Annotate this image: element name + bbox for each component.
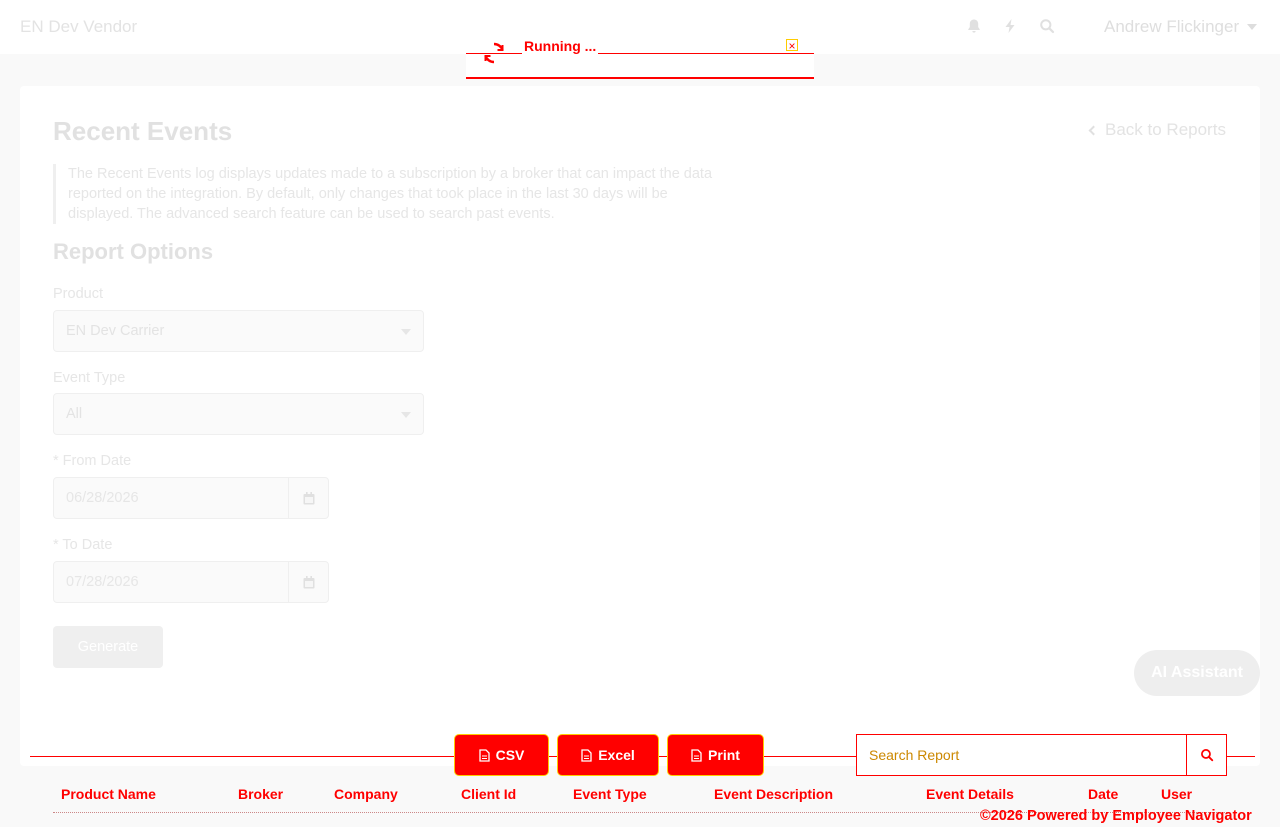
chevron-left-icon (1088, 125, 1099, 135)
column-header-date[interactable]: Date (1088, 786, 1118, 802)
excel-label: Excel (598, 747, 635, 763)
to-date-value: 07/28/2026 (66, 574, 139, 590)
toast-divider (466, 53, 814, 54)
running-toast: Running ... × (466, 37, 814, 79)
toast-message: Running ... (522, 38, 599, 54)
main-card: Recent Events Back to Reports The Recent… (20, 86, 1260, 766)
search-report-input[interactable] (869, 747, 1169, 763)
event-type-label: Event Type (53, 370, 126, 386)
product-label: Product (53, 286, 103, 302)
from-date-input[interactable]: 06/28/2026 (53, 477, 329, 519)
to-date-input[interactable]: 07/28/2026 (53, 561, 329, 603)
column-header-event-type[interactable]: Event Type (573, 786, 647, 802)
file-icon (691, 748, 702, 762)
user-menu[interactable]: Andrew Flickinger (1104, 17, 1258, 37)
close-icon[interactable]: × (786, 39, 798, 52)
file-icon (581, 748, 592, 762)
calendar-icon[interactable] (288, 478, 328, 518)
chevron-down-icon (401, 329, 411, 335)
excel-button[interactable]: Excel (557, 734, 659, 776)
column-header-product-name[interactable]: Product Name (61, 786, 156, 802)
search-icon[interactable] (1038, 17, 1056, 35)
section-title: Report Options (53, 239, 214, 264)
from-date-label: * From Date (53, 453, 132, 469)
chevron-down-icon (1247, 24, 1258, 30)
generate-button[interactable]: Generate (53, 626, 163, 668)
calendar-icon[interactable] (288, 562, 328, 602)
user-name: Andrew Flickinger (1104, 17, 1240, 36)
csv-label: CSV (495, 747, 525, 763)
column-header-event-description[interactable]: Event Description (714, 786, 833, 802)
print-button[interactable]: Print (667, 734, 764, 776)
column-header-broker[interactable]: Broker (238, 786, 283, 802)
search-report-button[interactable] (1186, 734, 1227, 776)
print-label: Print (708, 747, 740, 763)
footer-text: ©2026 Powered by Employee Navigator (980, 808, 1252, 824)
page-title: Recent Events (53, 116, 233, 146)
to-date-label: * To Date (53, 537, 113, 553)
bolt-icon[interactable] (1001, 17, 1019, 35)
back-to-reports-link[interactable]: Back to Reports (1088, 120, 1226, 140)
ai-assistant-button[interactable]: AI Assistant (1134, 650, 1260, 696)
file-icon (478, 748, 490, 762)
column-header-event-details[interactable]: Event Details (926, 786, 1014, 802)
from-date-value: 06/28/2026 (66, 490, 139, 506)
search-report-box (856, 734, 1187, 776)
spinner-icon (484, 42, 504, 64)
column-header-client-id[interactable]: Client Id (461, 786, 516, 802)
column-header-user[interactable]: User (1161, 786, 1192, 802)
page-description: The Recent Events log displays updates m… (53, 164, 733, 224)
product-select[interactable]: EN Dev Carrier (53, 310, 424, 352)
brand-name[interactable]: EN Dev Vendor (20, 17, 137, 37)
event-type-select[interactable]: All (53, 393, 424, 435)
search-icon (1200, 749, 1213, 762)
csv-button[interactable]: CSV (454, 734, 549, 776)
chevron-down-icon (401, 412, 411, 418)
bell-icon[interactable] (965, 17, 983, 35)
event-type-value: All (66, 406, 83, 422)
product-value: EN Dev Carrier (66, 323, 165, 339)
column-header-company[interactable]: Company (334, 786, 398, 802)
back-link-label: Back to Reports (1105, 120, 1226, 139)
